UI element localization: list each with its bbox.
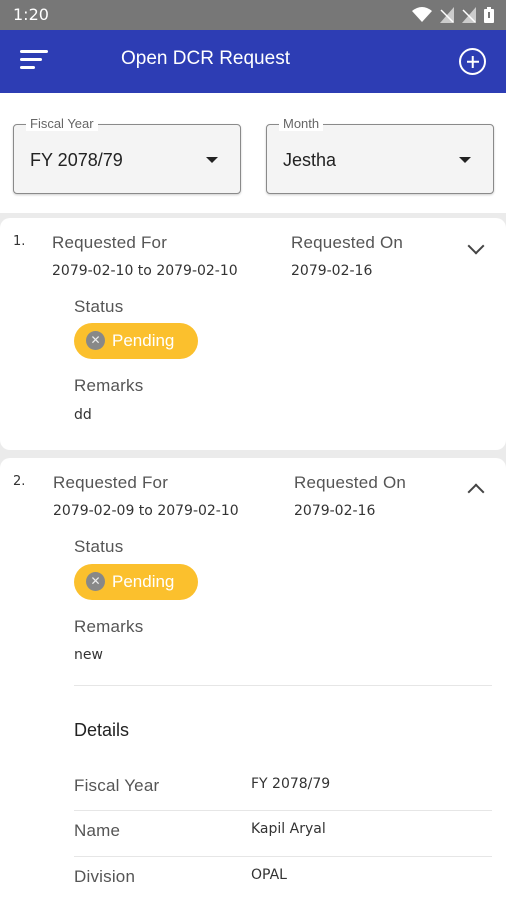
requested-for-label: Requested For xyxy=(52,233,168,252)
signal-off-icon xyxy=(462,7,476,23)
detail-row-divider xyxy=(74,856,492,857)
status-time: 1:20 xyxy=(13,5,49,24)
menu-icon[interactable] xyxy=(20,50,48,74)
page-title: Open DCR Request xyxy=(121,48,290,69)
status-badge-text: Pending xyxy=(112,572,175,591)
detail-division-value: OPAL xyxy=(251,867,287,883)
status-label: Status xyxy=(74,537,124,556)
cancel-circle-icon: ✕ xyxy=(86,572,105,591)
battery-icon xyxy=(484,7,494,23)
add-circle-icon[interactable] xyxy=(459,48,486,75)
requested-on-value: 2079-02-16 xyxy=(291,263,373,279)
requested-for-value: 2079-02-09 to 2079-02-10 xyxy=(53,503,239,519)
status-icons xyxy=(412,7,494,23)
requested-for-value: 2079-02-10 to 2079-02-10 xyxy=(52,263,238,279)
status-badge: ✕ Pending xyxy=(74,323,198,359)
filters-panel: Fiscal Year FY 2078/79 Month Jestha xyxy=(0,93,506,213)
detail-division-label: Division xyxy=(74,867,136,886)
requested-for-label: Requested For xyxy=(53,473,169,492)
remarks-label: Remarks xyxy=(74,617,144,636)
detail-name-label: Name xyxy=(74,821,121,840)
dropdown-arrow-icon xyxy=(459,157,471,163)
requested-on-label: Requested On xyxy=(291,233,404,252)
wifi-icon xyxy=(412,7,432,22)
status-badge-text: Pending xyxy=(112,331,175,350)
details-heading: Details xyxy=(74,720,130,740)
fiscal-year-select-value: FY 2078/79 xyxy=(30,150,123,170)
month-select[interactable]: Month Jestha xyxy=(266,116,494,194)
detail-fiscal-year-value: FY 2078/79 xyxy=(251,776,331,792)
request-index: 2. xyxy=(13,474,26,489)
month-select-value: Jestha xyxy=(283,150,337,170)
remarks-value: dd xyxy=(74,407,92,423)
fiscal-year-select[interactable]: Fiscal Year FY 2078/79 xyxy=(13,116,241,194)
remarks-label: Remarks xyxy=(74,376,144,395)
status-label: Status xyxy=(74,297,124,316)
cancel-circle-icon: ✕ xyxy=(86,331,105,350)
requested-on-value: 2079-02-16 xyxy=(294,503,376,519)
remarks-value: new xyxy=(74,647,103,663)
request-card[interactable]: 1. Requested For 2079-02-10 to 2079-02-1… xyxy=(0,218,506,450)
detail-name-value: Kapil Aryal xyxy=(251,821,326,837)
fiscal-year-select-label: Fiscal Year xyxy=(26,116,98,131)
request-card[interactable]: 2. Requested For 2079-02-09 to 2079-02-1… xyxy=(0,458,506,900)
detail-fiscal-year-label: Fiscal Year xyxy=(74,776,160,795)
signal-off-icon xyxy=(440,7,454,23)
chevron-up-icon[interactable] xyxy=(467,483,485,501)
detail-row-divider xyxy=(74,810,492,811)
status-badge: ✕ Pending xyxy=(74,564,198,600)
dropdown-arrow-icon xyxy=(206,157,218,163)
chevron-down-icon[interactable] xyxy=(467,237,485,255)
requested-on-label: Requested On xyxy=(294,473,407,492)
status-bar: 1:20 xyxy=(0,0,506,30)
section-divider xyxy=(74,685,492,686)
app-bar: Open DCR Request xyxy=(0,30,506,93)
month-select-label: Month xyxy=(279,116,324,131)
request-index: 1. xyxy=(13,234,26,249)
